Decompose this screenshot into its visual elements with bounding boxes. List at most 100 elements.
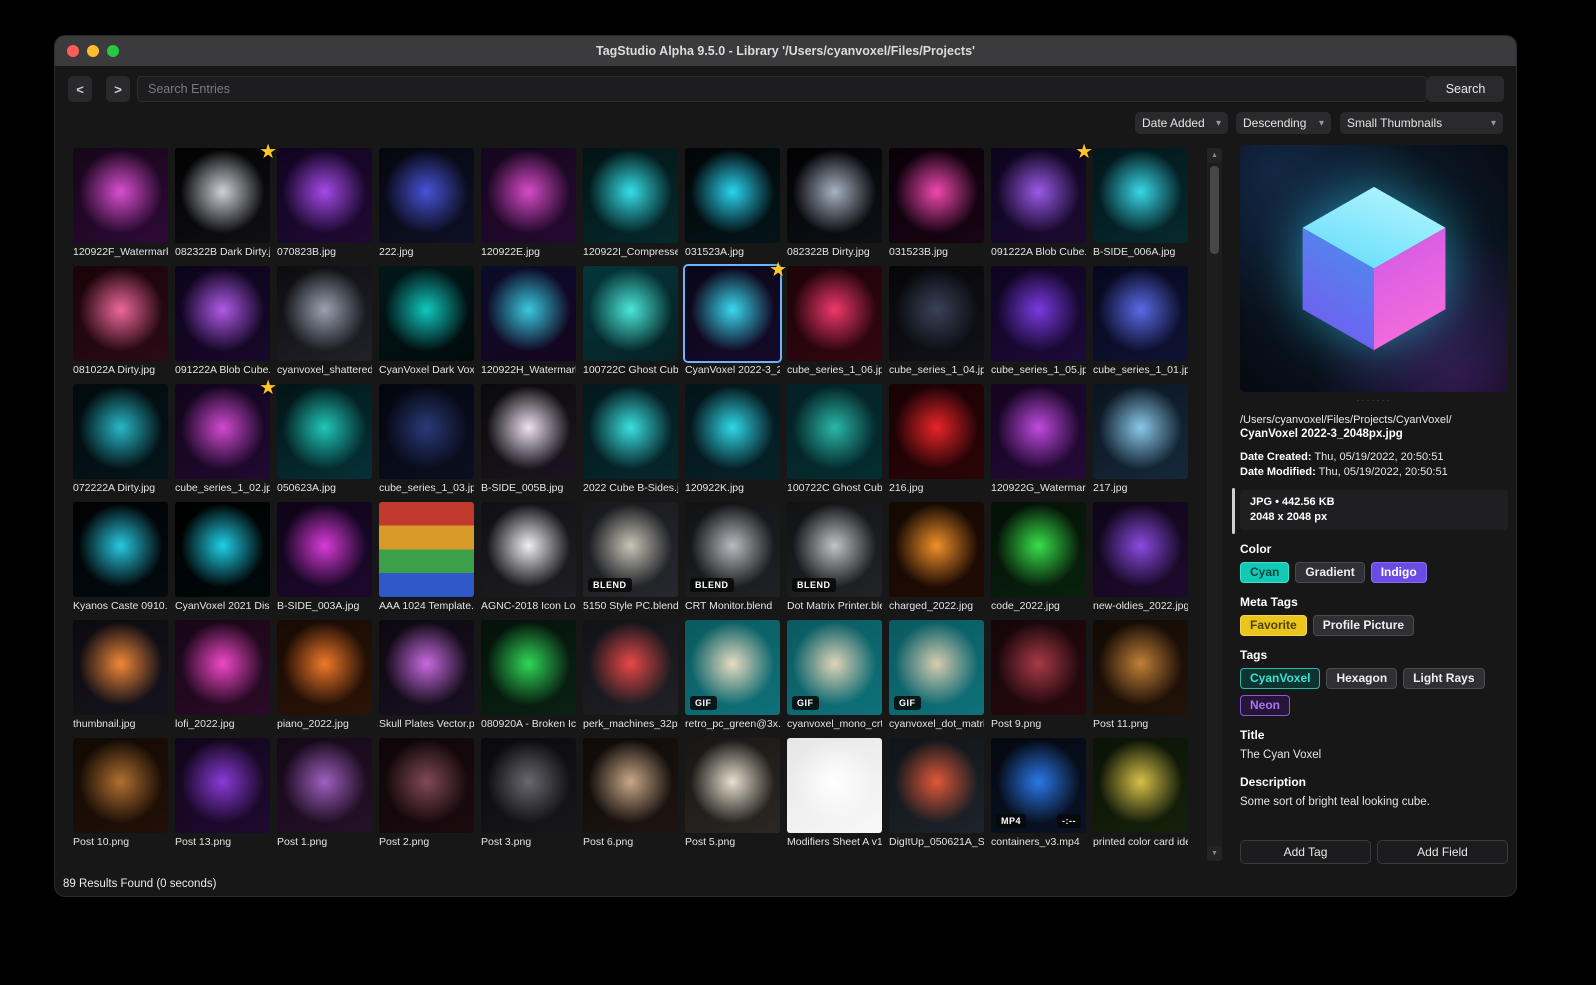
grid-item[interactable]: piano_2022.jpg — [277, 620, 372, 731]
tag-pill[interactable]: Hexagon — [1326, 668, 1398, 689]
grid-item[interactable]: AAA 1024 Template.png — [379, 502, 474, 613]
thumbnail-image[interactable] — [787, 384, 882, 479]
grid-item[interactable]: charged_2022.jpg — [889, 502, 984, 613]
thumbnail-image[interactable]: ★ — [175, 141, 277, 243]
tag-pill[interactable]: Neon — [1240, 695, 1290, 716]
search-input[interactable] — [137, 76, 1427, 102]
search-button[interactable]: Search — [1427, 76, 1504, 102]
sort-direction-dropdown[interactable]: Descending ▾ — [1236, 112, 1331, 134]
grid-item[interactable]: AGNC-2018 Icon Logo.png — [481, 502, 576, 613]
thumbnail-image[interactable] — [889, 502, 984, 597]
thumbnail-image[interactable] — [481, 384, 576, 479]
grid-item[interactable]: 031523A.jpg — [685, 148, 780, 259]
thumbnail-image[interactable] — [889, 266, 984, 361]
thumbnail-image[interactable] — [991, 502, 1086, 597]
thumbnail-image[interactable] — [889, 738, 984, 833]
thumbnail-image[interactable] — [73, 384, 168, 479]
thumbnail-image[interactable] — [685, 148, 780, 243]
thumbnail-image[interactable] — [1093, 384, 1188, 479]
grid-item[interactable]: printed color card ideas.png — [1093, 738, 1188, 849]
grid-item[interactable]: Post 2.png — [379, 738, 474, 849]
sort-field-dropdown[interactable]: Date Added ▾ — [1135, 112, 1228, 134]
grid-item[interactable]: GIF retro_pc_green@3x.gif — [685, 620, 780, 731]
grid-item[interactable]: Kyanos Caste 0910.png — [73, 502, 168, 613]
thumbnail-image[interactable] — [583, 266, 678, 361]
grid-item[interactable]: 120922F_Watermarked.jpg — [73, 148, 168, 259]
grid-item[interactable]: cube_series_1_05.jpg — [991, 266, 1086, 377]
thumbnail-image[interactable] — [583, 738, 678, 833]
thumbnail-image[interactable]: BLEND — [787, 502, 882, 597]
thumbnail-image[interactable] — [583, 620, 678, 715]
scroll-up-icon[interactable]: ▲ — [1207, 148, 1222, 163]
thumbnail-image[interactable]: ★ — [685, 259, 787, 361]
thumbnail-image[interactable] — [379, 502, 474, 597]
thumbnail-image[interactable] — [379, 738, 474, 833]
thumbnail-size-dropdown[interactable]: Small Thumbnails ▾ — [1340, 112, 1503, 134]
thumbnail-image[interactable] — [175, 266, 270, 361]
thumbnail-image[interactable] — [787, 738, 882, 833]
thumbnail-image[interactable]: MP4 -:-- — [991, 738, 1086, 833]
thumbnail-image[interactable] — [685, 738, 780, 833]
thumbnail-image[interactable] — [277, 384, 372, 479]
grid-item[interactable]: BLEND CRT Monitor.blend — [685, 502, 780, 613]
grid-item[interactable]: lofi_2022.jpg — [175, 620, 270, 731]
grid-item[interactable]: cube_series_1_01.jpg — [1093, 266, 1188, 377]
zoom-window-button[interactable] — [107, 45, 119, 57]
back-button[interactable]: < — [68, 76, 92, 102]
panel-resize-handle[interactable]: ······· — [1240, 394, 1508, 406]
thumbnail-image[interactable] — [991, 620, 1086, 715]
thumbnail-image[interactable] — [277, 502, 372, 597]
preview-image[interactable] — [1240, 145, 1508, 392]
grid-item[interactable]: 120922H_Watermarked.jpg — [481, 266, 576, 377]
thumbnail-image[interactable] — [1093, 738, 1188, 833]
grid-item[interactable]: 072222A Dirty.jpg — [73, 384, 168, 495]
grid-item[interactable]: GIF cyanvoxel_dot_matrix.gif — [889, 620, 984, 731]
grid-item[interactable]: cube_series_1_06.jpg — [787, 266, 882, 377]
grid-item[interactable]: CyanVoxel Dark Voxel.jpg — [379, 266, 474, 377]
thumbnail-image[interactable] — [481, 266, 576, 361]
thumbnail-image[interactable] — [73, 620, 168, 715]
tag-pill[interactable]: Favorite — [1240, 615, 1307, 636]
thumbnail-image[interactable] — [583, 384, 678, 479]
thumbnail-image[interactable] — [277, 148, 372, 243]
grid-item[interactable]: Post 3.png — [481, 738, 576, 849]
grid-item[interactable]: 081022A Dirty.jpg — [73, 266, 168, 377]
grid-item[interactable]: new-oldies_2022.jpg — [1093, 502, 1188, 613]
add-tag-button[interactable]: Add Tag — [1240, 840, 1371, 864]
thumbnail-image[interactable] — [787, 266, 882, 361]
grid-scrollbar[interactable]: ▲ ▼ — [1207, 148, 1222, 861]
grid-item[interactable]: code_2022.jpg — [991, 502, 1086, 613]
thumbnail-image[interactable] — [175, 502, 270, 597]
thumbnail-image[interactable]: BLEND — [685, 502, 780, 597]
grid-item[interactable]: 100722C Ghost Cube.jpg — [787, 384, 882, 495]
thumbnail-image[interactable] — [379, 148, 474, 243]
add-field-button[interactable]: Add Field — [1377, 840, 1508, 864]
grid-item[interactable]: DigItUp_050621A_Sheet.png — [889, 738, 984, 849]
thumbnail-image[interactable] — [889, 148, 984, 243]
thumbnail-image[interactable] — [73, 266, 168, 361]
grid-item[interactable]: cube_series_1_03.jpg — [379, 384, 474, 495]
thumbnail-image[interactable] — [889, 384, 984, 479]
thumbnail-image[interactable] — [379, 266, 474, 361]
close-window-button[interactable] — [67, 45, 79, 57]
thumbnail-image[interactable] — [481, 502, 576, 597]
grid-item[interactable]: 050623A.jpg — [277, 384, 372, 495]
thumbnail-image[interactable] — [277, 620, 372, 715]
grid-item[interactable]: 2022 Cube B-Sides.jpg — [583, 384, 678, 495]
grid-item[interactable]: 222.jpg — [379, 148, 474, 259]
grid-item[interactable]: cyanvoxel_shattered.png — [277, 266, 372, 377]
thumbnail-image[interactable] — [379, 384, 474, 479]
tag-pill[interactable]: Light Rays — [1403, 668, 1485, 689]
title-bar[interactable]: TagStudio Alpha 9.5.0 - Library '/Users/… — [55, 36, 1516, 66]
grid-item[interactable]: 120922G_Watermarked.jpg — [991, 384, 1086, 495]
grid-item[interactable]: ★ CyanVoxel 2022-3_2048px.jpg — [685, 259, 787, 377]
grid-item[interactable]: 082322B Dirty.jpg — [787, 148, 882, 259]
grid-item[interactable]: Post 6.png — [583, 738, 678, 849]
grid-item[interactable]: B-SIDE_006A.jpg — [1093, 148, 1188, 259]
thumbnail-image[interactable] — [73, 738, 168, 833]
grid-item[interactable]: Post 13.png — [175, 738, 270, 849]
grid-item[interactable]: ★ 091222A Blob Cube.jpg — [991, 141, 1093, 259]
thumbnail-image[interactable] — [277, 738, 372, 833]
minimize-window-button[interactable] — [87, 45, 99, 57]
thumbnail-image[interactable]: ★ — [991, 141, 1093, 243]
